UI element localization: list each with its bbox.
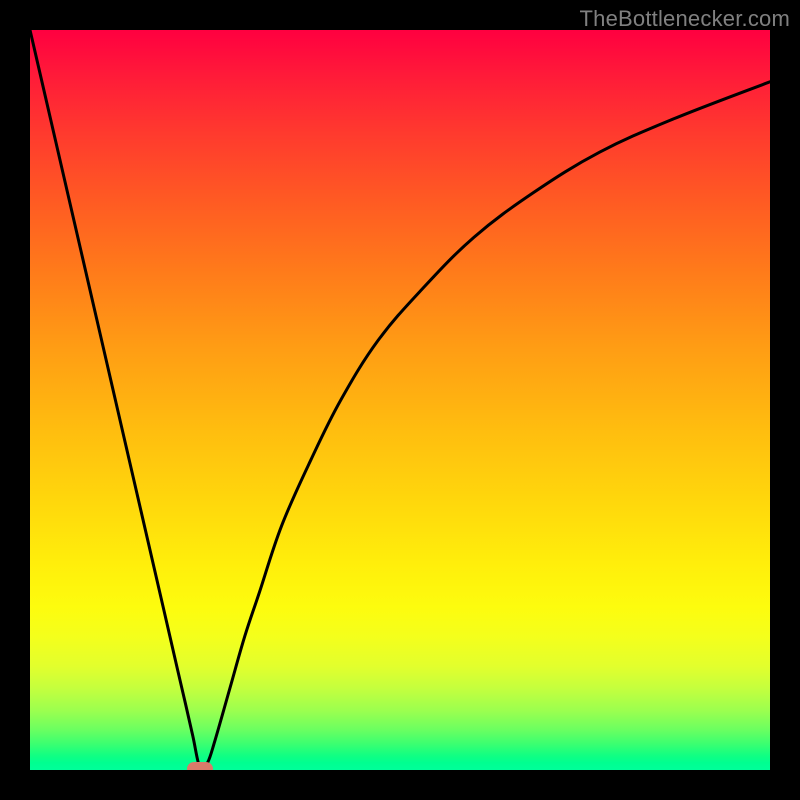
- watermark-text: TheBottlenecker.com: [580, 6, 790, 32]
- chart-frame: TheBottlenecker.com: [0, 0, 800, 800]
- chart-plot-area: [30, 30, 770, 770]
- optimum-marker: [187, 762, 213, 770]
- bottleneck-curve-line: [30, 30, 770, 770]
- chart-curve: [30, 30, 770, 770]
